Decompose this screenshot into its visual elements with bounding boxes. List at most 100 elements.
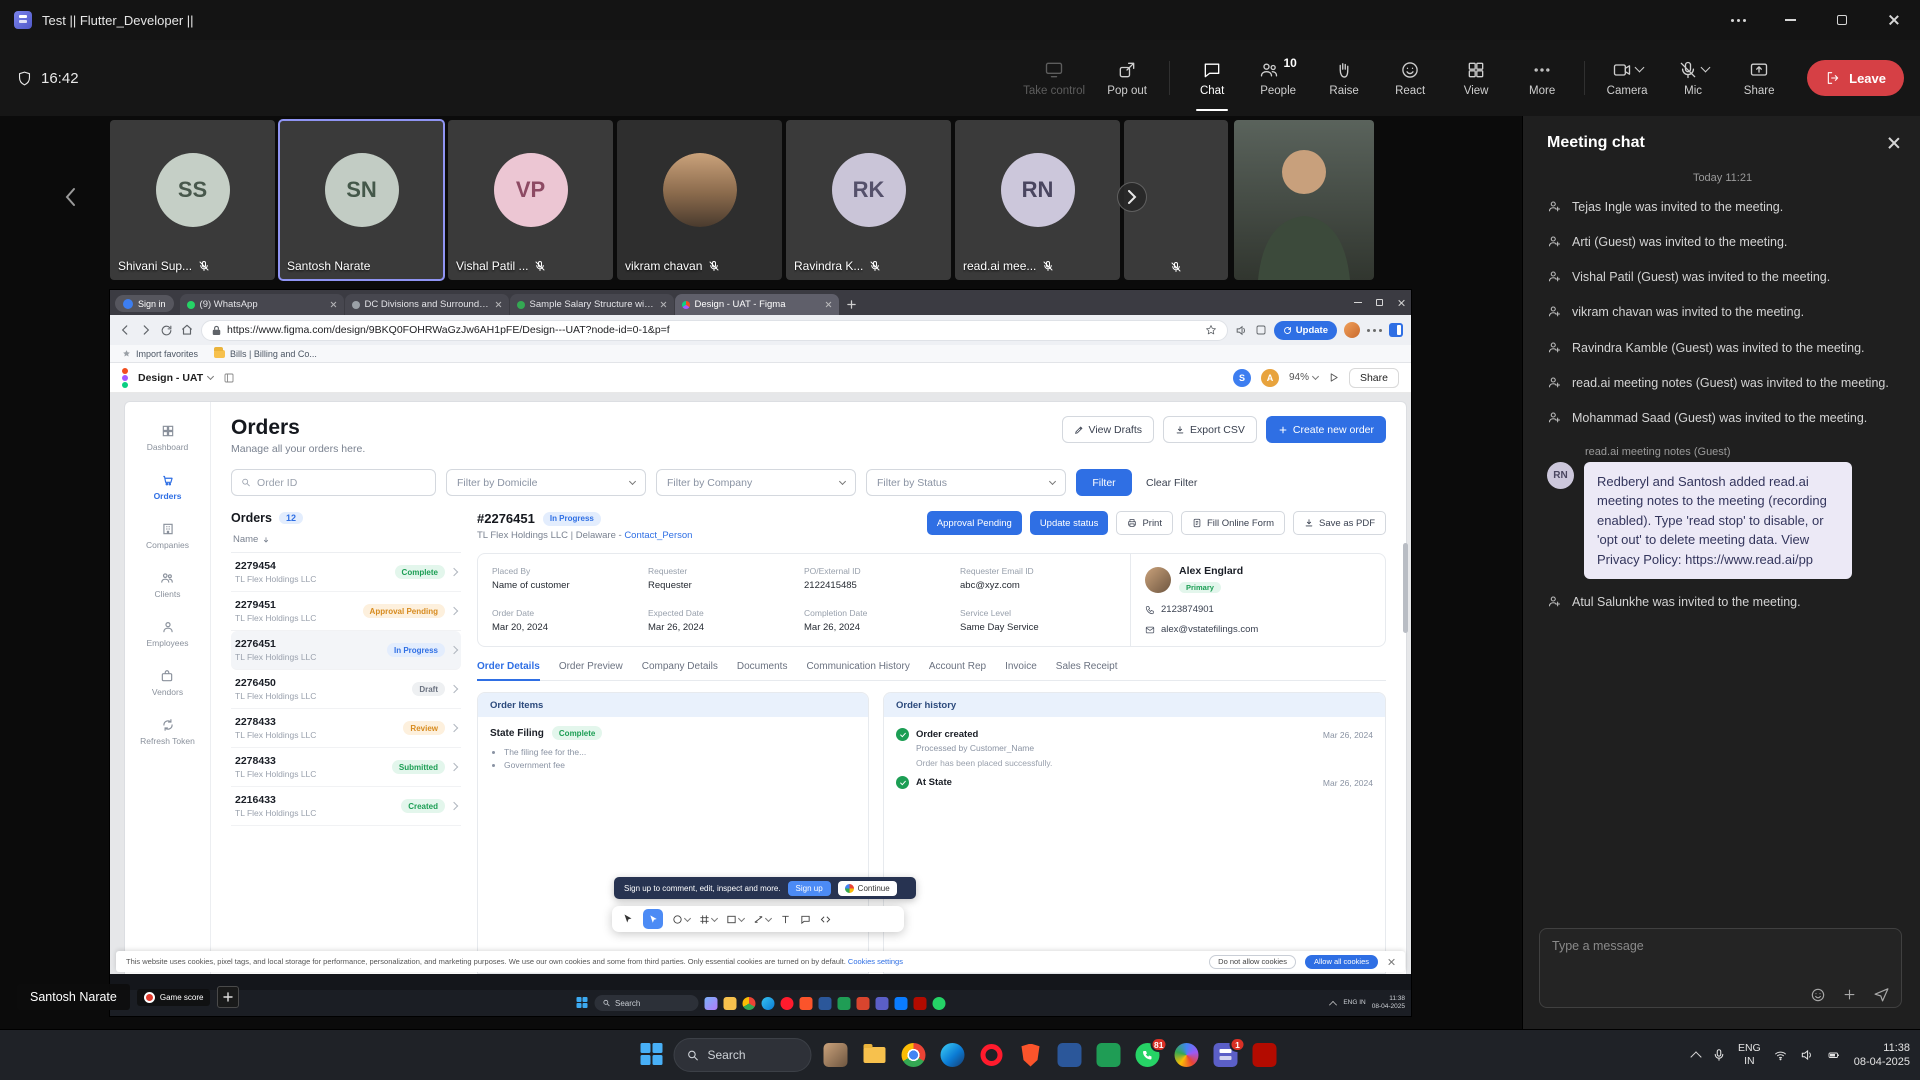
folder-icon[interactable] (723, 997, 736, 1010)
order-row[interactable]: 2279451TL Flex Holdings LLC Approval Pen… (231, 592, 461, 631)
tab-close-icon[interactable] (825, 301, 832, 308)
browser-settings-icon[interactable] (1367, 329, 1382, 332)
filter-company-select[interactable]: Filter by Company (656, 469, 856, 496)
view-drafts-button[interactable]: View Drafts (1062, 416, 1155, 443)
favorite-star-icon[interactable] (1205, 324, 1217, 336)
back-icon[interactable] (118, 323, 132, 337)
browser-tab-active[interactable]: Design - UAT - Figma (675, 294, 839, 315)
outlook-icon[interactable] (894, 997, 907, 1010)
excel-icon[interactable] (1094, 1040, 1124, 1070)
figma-logo-icon[interactable] (122, 368, 128, 388)
tab-close-icon[interactable] (495, 301, 502, 308)
favorites-folder-link[interactable]: Bills | Billing and Co... (214, 349, 317, 359)
filter-button[interactable]: Filter (1076, 469, 1132, 496)
fill-online-form-button[interactable]: Fill Online Form (1181, 511, 1285, 535)
sidebar-item-orders[interactable]: Orders (154, 473, 182, 501)
chrome-icon[interactable] (742, 997, 755, 1010)
save-as-pdf-button[interactable]: Save as PDF (1293, 511, 1386, 535)
frame-tool-icon[interactable] (699, 914, 717, 925)
send-icon[interactable] (1873, 986, 1890, 1003)
word-icon[interactable] (1055, 1040, 1085, 1070)
sidebar-item-employees[interactable]: Employees (146, 620, 188, 648)
add-overlay-button[interactable] (217, 986, 239, 1008)
language-indicator[interactable]: ENG IN (1343, 999, 1365, 1007)
whatsapp-icon[interactable] (932, 997, 945, 1010)
collaborator-avatar[interactable]: A (1261, 369, 1279, 387)
sidebar-item-companies[interactable]: Companies (146, 522, 189, 550)
order-row[interactable]: 2279454TL Flex Holdings LLC Complete (231, 553, 461, 592)
google-continue-button[interactable]: Continue (838, 881, 897, 896)
battery-icon[interactable] (1826, 1049, 1842, 1061)
video-tile-active-speaker[interactable]: SN Santosh Narate (279, 120, 444, 280)
video-tile[interactable]: SS Shivani Sup... (110, 120, 275, 280)
opera-icon[interactable] (977, 1040, 1007, 1070)
clear-filter-button[interactable]: Clear Filter (1146, 477, 1197, 489)
comment-tool-icon[interactable] (800, 914, 811, 925)
new-tab-icon[interactable] (844, 296, 860, 312)
tab-order-preview[interactable]: Order Preview (559, 661, 623, 680)
attach-plus-icon[interactable] (1842, 987, 1857, 1002)
react-button[interactable]: React (1378, 40, 1442, 116)
order-id-input[interactable] (257, 477, 426, 489)
teams-icon[interactable] (875, 997, 888, 1010)
people-button[interactable]: 10 People (1246, 40, 1310, 116)
read-aloud-icon[interactable] (1235, 324, 1248, 337)
collaborator-avatar[interactable]: S (1233, 369, 1251, 387)
sidebar-item-refresh-token[interactable]: Refresh Token (140, 718, 195, 746)
connector-tool-icon[interactable] (753, 914, 771, 925)
canvas-scrollbar[interactable] (1403, 543, 1408, 633)
shape-tool-icon[interactable] (672, 914, 690, 925)
camera-button[interactable]: Camera (1595, 40, 1659, 116)
order-row-selected[interactable]: 2276451TL Flex Holdings LLC In Progress (231, 631, 461, 670)
browser-tab[interactable]: (9) WhatsApp (180, 294, 344, 315)
edge-sidebar-icon[interactable] (1389, 323, 1403, 337)
hand-tool-icon-selected[interactable] (643, 909, 663, 929)
address-bar[interactable]: https://www.figma.com/design/9BKQ0FOHRWa… (201, 320, 1228, 341)
start-icon[interactable] (576, 997, 588, 1009)
video-tile[interactable]: RN read.ai mee... (955, 120, 1120, 280)
tray-chevron-icon[interactable] (1690, 1051, 1701, 1062)
tab-invoice[interactable]: Invoice (1005, 661, 1037, 680)
refresh-icon[interactable] (160, 324, 173, 337)
print-button[interactable]: Print (1116, 511, 1173, 535)
order-id-search[interactable] (231, 469, 436, 496)
figma-doc-title[interactable]: Design - UAT (138, 372, 213, 384)
code-tool-icon[interactable] (820, 914, 831, 925)
browser-avatar-icon[interactable] (1344, 322, 1360, 338)
cursor-tool-icon[interactable] (622, 913, 634, 925)
tray-chevron-icon[interactable] (1329, 1001, 1337, 1009)
browser-minimize-icon[interactable] (1354, 302, 1362, 303)
emoji-icon[interactable] (1810, 987, 1826, 1003)
video-tile[interactable]: vikram chavan (617, 120, 782, 280)
whatsapp-icon[interactable]: 81 (1133, 1040, 1163, 1070)
video-tile[interactable]: VP Vishal Patil ... (448, 120, 613, 280)
teams-icon[interactable]: 1 (1211, 1040, 1241, 1070)
name-column-header[interactable]: Name (231, 525, 461, 553)
tab-close-icon[interactable] (330, 301, 337, 308)
filter-domicile-select[interactable]: Filter by Domicile (446, 469, 646, 496)
order-row[interactable]: 2278433TL Flex Holdings LLC Submitted (231, 748, 461, 787)
app-icon[interactable] (704, 997, 717, 1010)
contact-person-link[interactable]: Contact_Person (624, 530, 692, 541)
export-csv-button[interactable]: Export CSV (1163, 416, 1257, 443)
tab-documents[interactable]: Documents (737, 661, 788, 680)
tab-communication-history[interactable]: Communication History (806, 661, 909, 680)
figma-signup-button[interactable]: Sign up (788, 881, 831, 896)
titlebar-more-icon[interactable] (1712, 0, 1764, 40)
leave-button[interactable]: Leave (1807, 60, 1904, 96)
home-icon[interactable] (180, 323, 194, 337)
powerpoint-icon[interactable] (856, 997, 869, 1010)
opera-icon[interactable] (780, 997, 793, 1010)
zoom-control[interactable]: 94% (1289, 372, 1318, 383)
chevron-right-icon[interactable] (1117, 182, 1147, 212)
minimize-icon[interactable] (1764, 0, 1816, 40)
tray-mic-icon[interactable] (1712, 1048, 1726, 1062)
video-tile-camera-feed[interactable] (1234, 120, 1374, 280)
sphere-browser-icon[interactable] (1172, 1040, 1202, 1070)
allow-cookies-button[interactable]: Allow all cookies (1305, 955, 1378, 969)
browser-tab[interactable]: DC Divisions and Surroundings (345, 294, 509, 315)
mic-button[interactable]: Mic (1661, 40, 1725, 116)
order-row[interactable]: 2276450TL Flex Holdings LLC Draft (231, 670, 461, 709)
taskbar-search[interactable]: Search (674, 1038, 812, 1072)
chrome-icon[interactable] (899, 1040, 929, 1070)
